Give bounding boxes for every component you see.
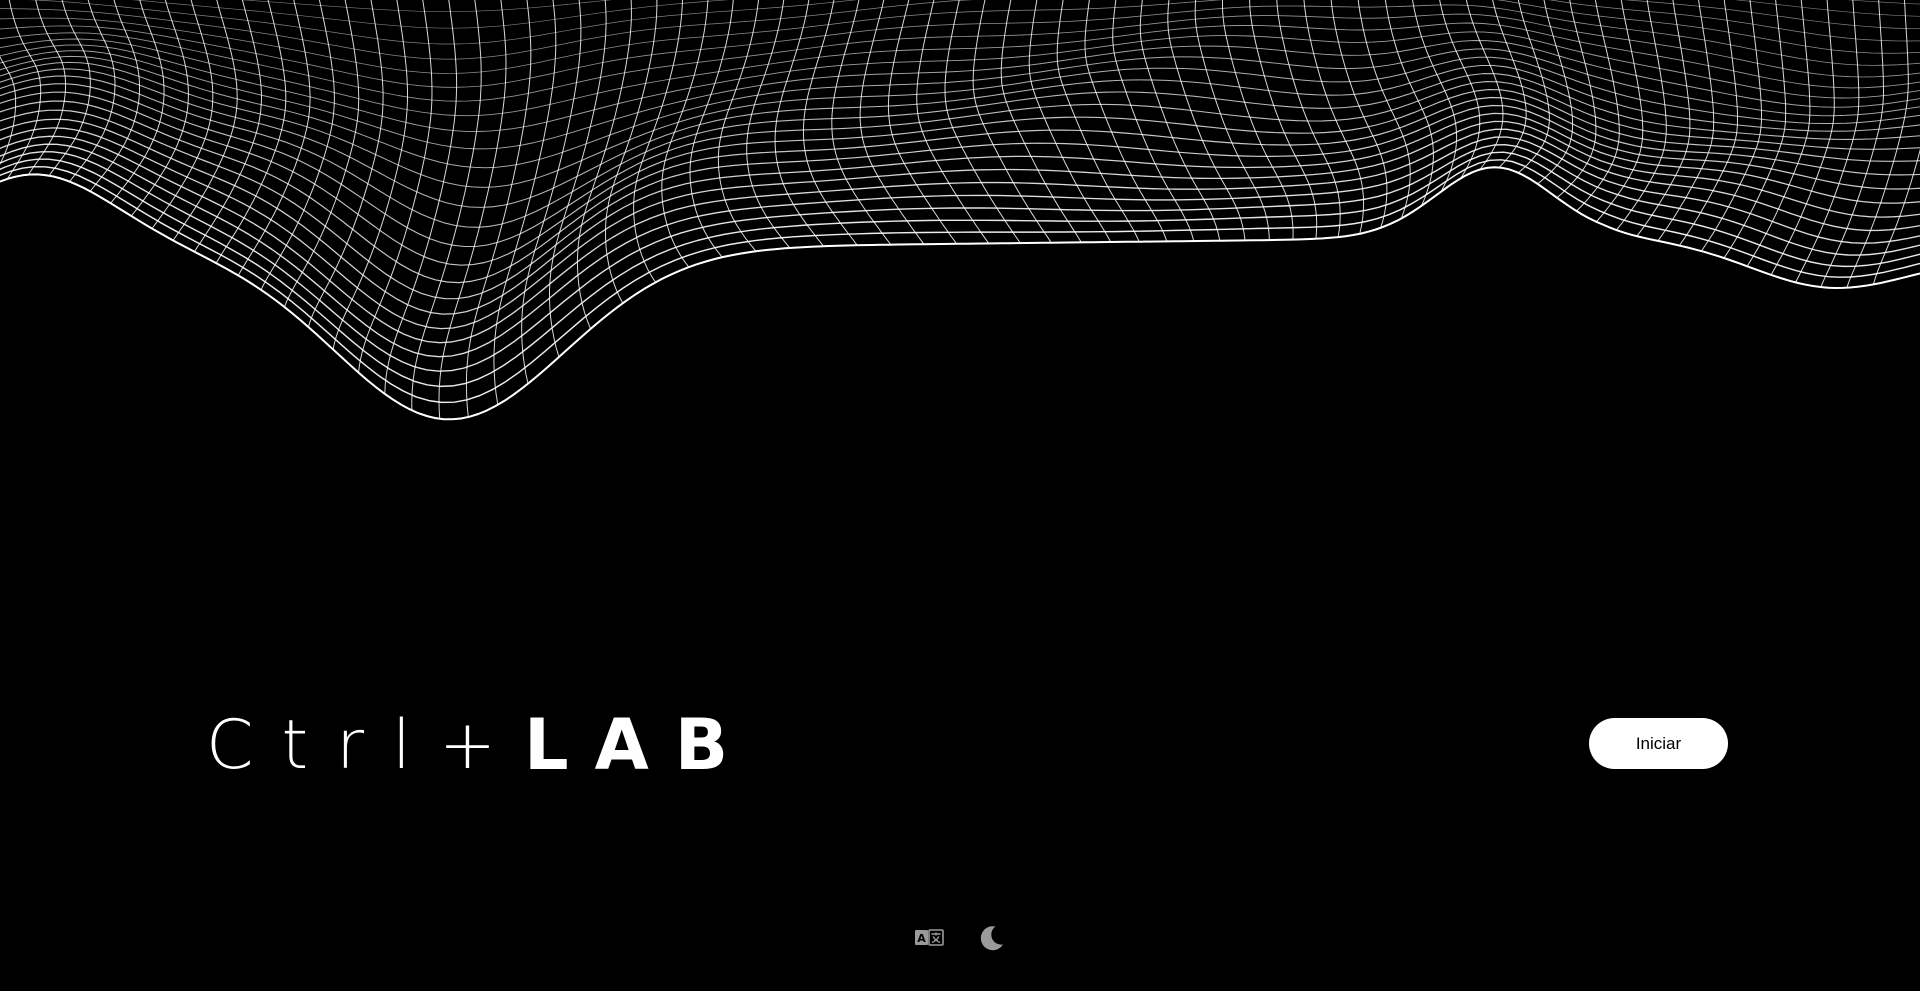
brand-logo-suffix: LAB xyxy=(523,704,755,786)
translate-icon: A xyxy=(915,929,944,946)
bottom-controls: A xyxy=(0,920,1920,956)
wireframe-mesh-background xyxy=(0,0,1920,421)
language-toggle[interactable]: A xyxy=(912,921,946,955)
brand-logo: Ctrl+ LAB xyxy=(206,700,754,790)
moon-icon xyxy=(980,926,1003,951)
brand-logo-prefix: Ctrl+ xyxy=(206,705,524,785)
start-button[interactable]: Iniciar xyxy=(1589,718,1728,769)
svg-text:A: A xyxy=(917,932,926,945)
theme-toggle[interactable] xyxy=(974,921,1008,955)
